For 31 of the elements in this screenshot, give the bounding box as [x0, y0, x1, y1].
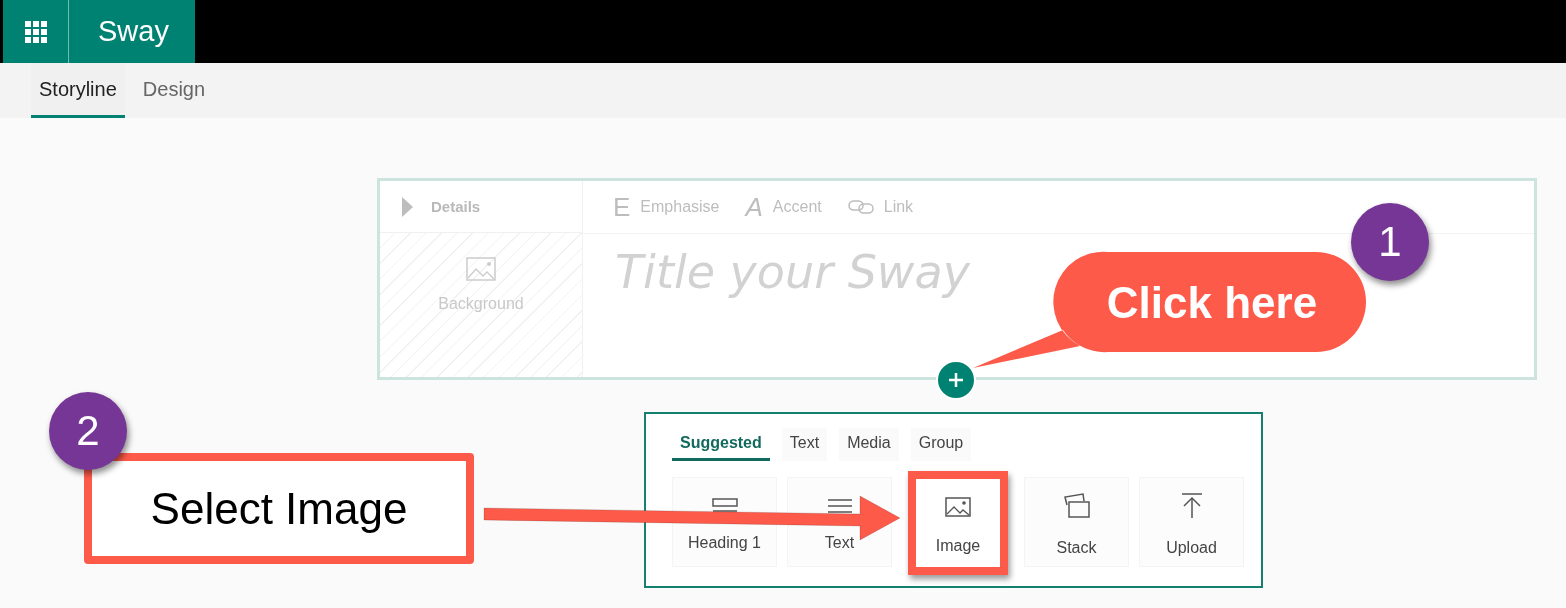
text-lines-icon	[826, 498, 853, 514]
content-type-label: Stack	[1056, 539, 1097, 557]
letter-icon: E	[613, 191, 631, 223]
panel-tab[interactable]: Media	[839, 428, 899, 461]
content-type-label: Text	[824, 534, 855, 552]
panel-tab[interactable]: Group	[910, 428, 972, 461]
image-icon	[945, 497, 971, 517]
content-type-label: Image	[935, 537, 981, 555]
panel-tab[interactable]: Text	[781, 428, 828, 461]
grid-icon	[24, 20, 47, 43]
format-label: Link	[883, 198, 914, 216]
instruction-box: Select Image	[84, 453, 474, 564]
details-label: Details	[431, 198, 481, 215]
content-type-button[interactable]: Image	[908, 471, 1008, 575]
format-label: Accent	[772, 198, 822, 216]
letter-icon: A	[745, 191, 763, 223]
heading-icon	[711, 498, 738, 514]
plus-icon	[948, 372, 964, 388]
content-type-button[interactable]: Stack	[1024, 477, 1129, 567]
upload-icon	[1180, 493, 1203, 519]
image-icon	[466, 257, 496, 281]
content-type-label: Upload	[1166, 539, 1217, 557]
app-name: Sway	[98, 15, 169, 48]
content-type-button[interactable]: Upload	[1139, 477, 1244, 567]
expand-arrow-icon	[402, 196, 413, 217]
link-icon	[847, 200, 874, 214]
callout-text: Click here	[1106, 278, 1318, 327]
step-badge: 2	[49, 392, 127, 470]
stack-icon	[1062, 493, 1091, 519]
content-type-label: Heading 1	[688, 534, 761, 552]
format-label: Emphasise	[640, 198, 720, 216]
